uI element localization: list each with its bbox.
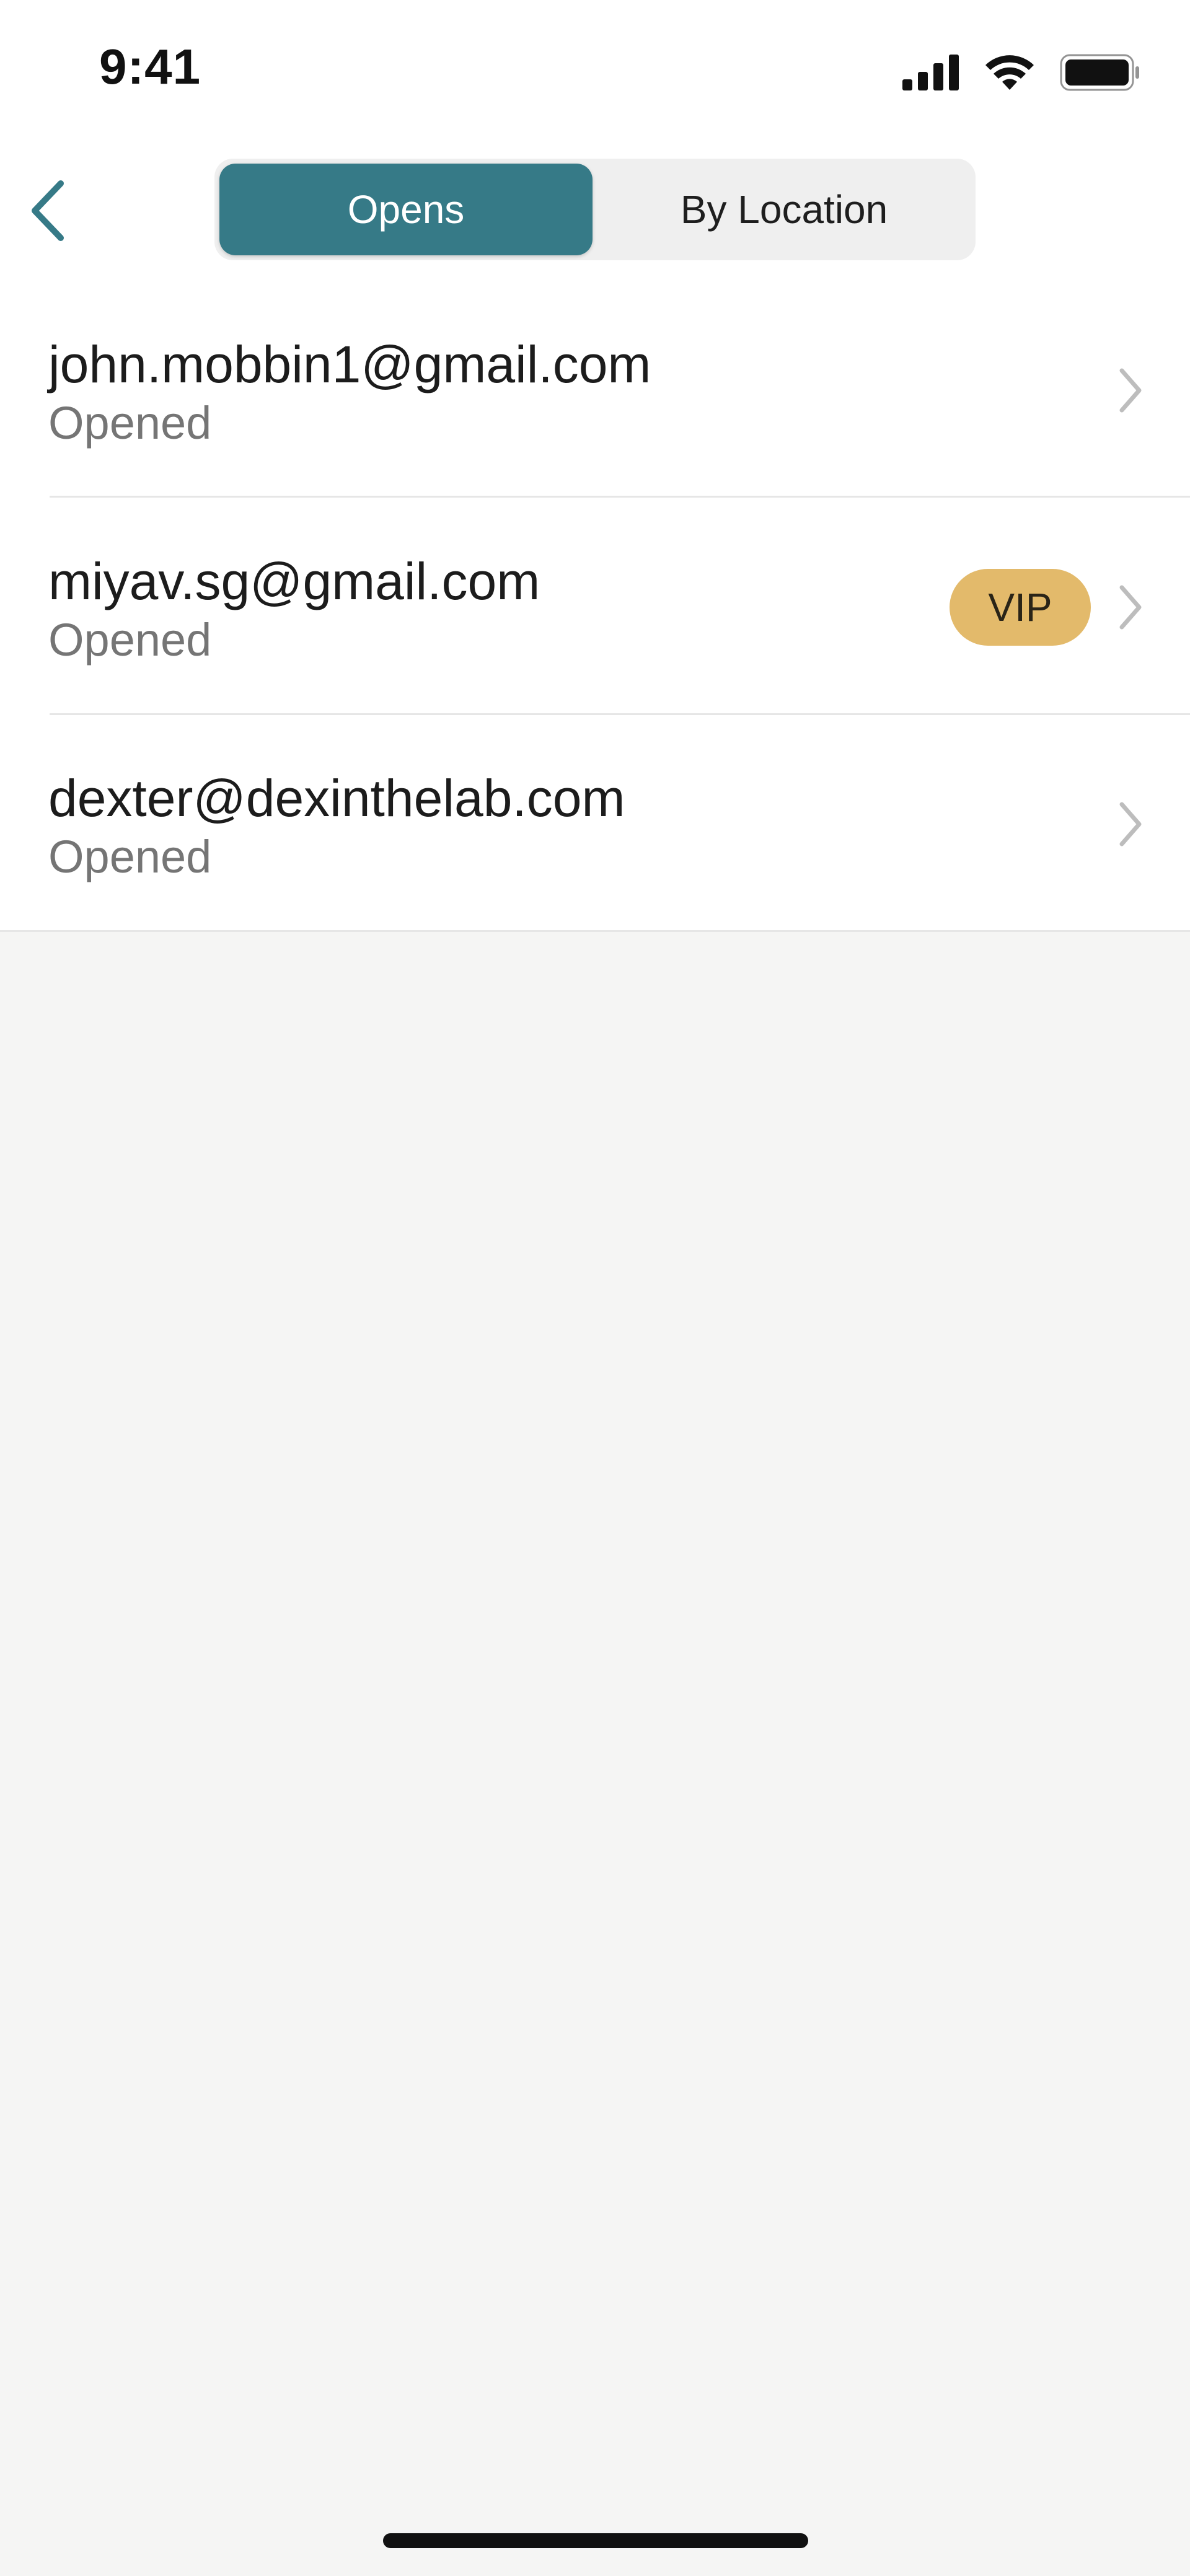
recipient-email: miyav.sg@gmail.com [48,552,540,610]
open-status: Opened [48,614,212,666]
battery-icon [1060,54,1139,91]
list-item[interactable]: john.mobbin1@gmail.com Opened [0,279,1190,498]
wifi-icon [985,55,1034,90]
cellular-signal-icon [902,55,959,90]
home-indicator[interactable] [383,2533,808,2548]
segment-by-location[interactable]: By Location [597,164,971,255]
chevron-right-icon [1119,368,1142,413]
status-time: 9:41 [99,39,201,94]
back-button[interactable] [22,174,72,248]
chevron-right-icon [1119,585,1142,630]
recipient-email: dexter@dexinthelab.com [48,769,625,827]
list-item[interactable]: dexter@dexinthelab.com Opened [0,714,1190,932]
segmented-control: Opens By Location [214,159,976,260]
segment-opens[interactable]: Opens [219,164,593,255]
recipient-email: john.mobbin1@gmail.com [48,335,651,393]
list-item[interactable]: miyav.sg@gmail.com Opened VIP [0,496,1190,715]
open-status: Opened [48,397,212,449]
open-status: Opened [48,831,212,882]
screen: 9:41 Opens By Location john.mobbin1@gmai… [0,0,1190,2576]
list-bottom-divider [0,930,1190,932]
status-icons [902,51,1140,94]
vip-badge: VIP [950,569,1091,646]
chevron-left-icon [32,180,64,241]
chevron-right-icon [1119,802,1142,846]
